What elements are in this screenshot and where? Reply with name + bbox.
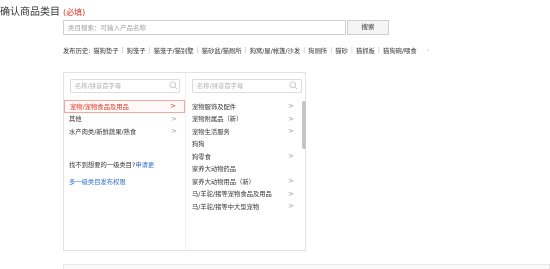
category-label: 宠物生活服务 xyxy=(192,128,230,136)
category-label: 家养大动物用品（新） xyxy=(192,178,255,186)
category-item[interactable]: 宠物服饰及配件 > xyxy=(186,100,306,113)
category-item[interactable]: 其他 > xyxy=(64,113,185,126)
category-label: 宠物服饰及配件 xyxy=(192,103,237,111)
category-item[interactable]: 宠物生活服务 > xyxy=(186,125,306,138)
not-found-text: 找不到想要的一级类目? xyxy=(69,162,136,169)
history-item[interactable]: 猫砂盆/猫厕所 xyxy=(202,46,242,55)
publish-history: 发布历史: 猫狗垫子 | 狗笼子 | 猫笼子/猫别墅 | 猫砂盆/猫厕所 | 狗窝/屋/… xyxy=(63,45,429,55)
chevron-right-icon: > xyxy=(288,127,294,136)
history-separator: | xyxy=(148,46,151,54)
category-label: 水产肉类/新鲜蔬果/熟食 xyxy=(69,128,137,136)
next-section-panel xyxy=(63,264,550,269)
chevron-right-icon: > xyxy=(170,102,176,111)
chevron-right-icon: > xyxy=(171,127,177,136)
category-item[interactable]: 狗零食 > xyxy=(186,150,306,163)
category-label: 宠物/宠物食品及用品 xyxy=(70,103,129,111)
category-item[interactable]: 水产肉类/新鲜蔬果/熟食 > xyxy=(64,125,185,138)
category-item[interactable]: 狗狗 xyxy=(186,138,306,151)
history-item[interactable]: 猫狗碗/喂食 xyxy=(383,46,417,55)
category-selector: 宠物/宠物食品及用品 > 其他 > 水产肉类/新鲜蔬果/熟食 > 找不到想要的一… xyxy=(63,72,306,251)
category-item[interactable]: 马/羊驼/猪等中大型宠物 > xyxy=(186,200,306,213)
apply-link[interactable]: 申请更 xyxy=(135,162,154,169)
permission-link[interactable]: 多一级类目发布权限 xyxy=(69,177,126,186)
category-item[interactable]: 家养大动物用品（新） > xyxy=(186,175,306,188)
chevron-right-icon: > xyxy=(288,102,294,111)
category-label: 宠物附属品（新） xyxy=(192,116,243,124)
level-2-list: 宠物服饰及配件 > 宠物附属品（新） > 宠物生活服务 > 狗狗 狗零食 > 家… xyxy=(186,100,306,213)
history-separator: | xyxy=(121,46,124,54)
chevron-right-icon: > xyxy=(171,114,177,123)
history-item[interactable]: 狗窝/屋/帐篷/沙发 xyxy=(250,46,300,55)
category-search-input[interactable] xyxy=(63,20,346,35)
level-1-list: 宠物/宠物食品及用品 > 其他 > 水产肉类/新鲜蔬果/熟食 > xyxy=(64,100,185,138)
history-item[interactable]: 猫笼子/猫别墅 xyxy=(154,46,194,55)
category-label: 狗零食 xyxy=(192,153,211,161)
history-separator: | xyxy=(377,46,381,54)
required-mark: (必填) xyxy=(63,8,86,17)
category-label: 狗狗 xyxy=(192,141,205,149)
history-label: 发布历史: xyxy=(63,47,91,55)
history-item[interactable]: 猫狗垫子 xyxy=(93,46,118,55)
search-icon xyxy=(289,81,298,90)
history-next-icon[interactable]: › xyxy=(427,47,430,54)
history-item[interactable]: 猫抓板 xyxy=(356,46,375,55)
history-item[interactable]: 狗笼子 xyxy=(127,46,146,55)
search-button[interactable]: 搜索 xyxy=(347,20,389,35)
history-separator: | xyxy=(330,46,333,54)
category-label: 马/羊驼/猪等中大型宠物 xyxy=(192,203,260,211)
level-1-filter-input[interactable] xyxy=(70,79,180,93)
history-separator: | xyxy=(350,46,354,54)
history-separator: | xyxy=(196,46,199,54)
category-label: 家养大动物药品 xyxy=(192,166,237,174)
chevron-right-icon: > xyxy=(288,152,294,161)
chevron-right-icon: > xyxy=(288,114,294,123)
category-item[interactable]: 宠物/宠物食品及用品 > xyxy=(64,100,185,113)
history-separator: | xyxy=(244,46,247,54)
search-icon xyxy=(169,81,178,90)
category-item[interactable]: 宠物附属品（新） > xyxy=(186,113,306,126)
category-label: 其他 xyxy=(69,116,82,124)
category-item[interactable]: 家养大动物药品 xyxy=(186,163,306,176)
chevron-right-icon: > xyxy=(288,189,294,198)
category-label: 马/羊驼/猪等宠物食品及用品 xyxy=(192,191,272,199)
level-2-filter-input[interactable] xyxy=(192,79,302,93)
history-separator: | xyxy=(303,46,306,54)
scrollbar-thumb[interactable] xyxy=(302,101,306,149)
category-column-level-2: 宠物服饰及配件 > 宠物附属品（新） > 宠物生活服务 > 狗狗 狗零食 > 家… xyxy=(185,73,306,250)
category-item[interactable]: 马/羊驼/猪等宠物食品及用品 > xyxy=(186,188,306,201)
chevron-right-icon: > xyxy=(288,202,294,211)
history-item[interactable]: 猫砂 xyxy=(335,46,348,55)
history-item[interactable]: 狗厕所 xyxy=(308,46,327,55)
title-text: 确认商品类目 xyxy=(0,7,60,18)
page-title: 确认商品类目 (必填) xyxy=(0,3,85,18)
chevron-right-icon: > xyxy=(288,177,294,186)
not-found-hint: 找不到想要的一级类目?申请更 xyxy=(69,160,154,169)
category-column-level-1: 宠物/宠物食品及用品 > 其他 > 水产肉类/新鲜蔬果/熟食 > 找不到想要的一… xyxy=(64,73,185,250)
